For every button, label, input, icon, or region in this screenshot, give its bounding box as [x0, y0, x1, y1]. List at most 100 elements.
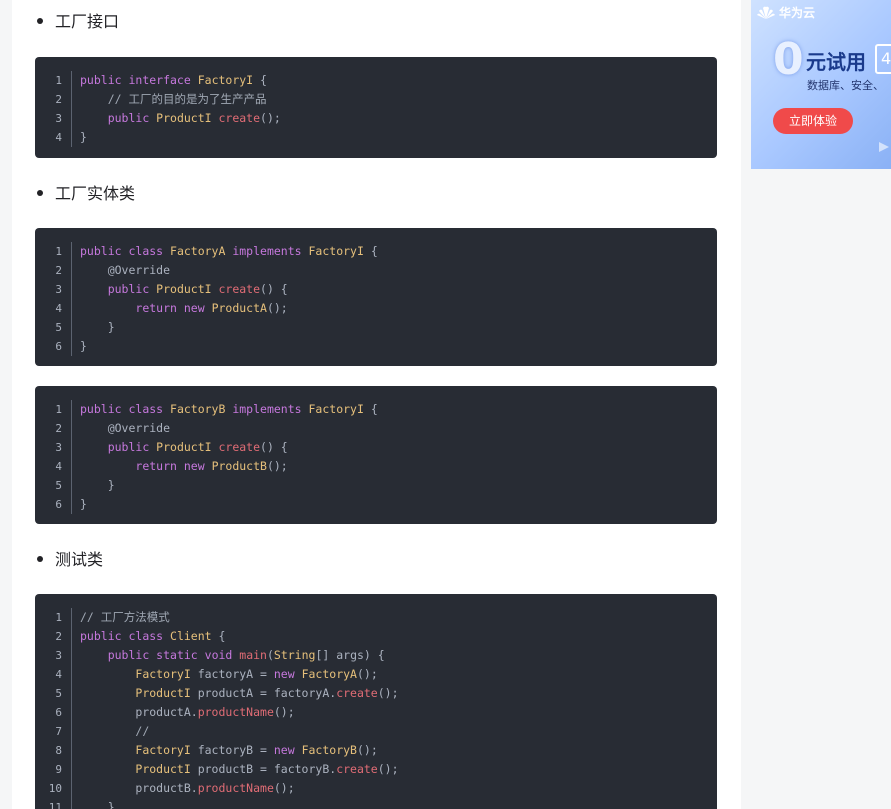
line-number: 7	[55, 725, 62, 738]
code-line: FactoryI factoryB = new FactoryB();	[80, 741, 707, 760]
code-token-plain: }	[80, 800, 115, 809]
code-line: }	[80, 128, 707, 147]
code-token-type: String	[273, 648, 316, 662]
code-token-type: FactoryB	[301, 743, 357, 757]
code-token-plain: }	[80, 339, 87, 353]
code-block-client[interactable]: 1 2 3 4 5 6 7 8 9 10 11 // 工厂方法模式 public class Clie…	[35, 594, 717, 809]
code-token-keyword: public	[80, 244, 129, 258]
code-token-comment: // 工厂方法模式	[80, 610, 170, 624]
code-token-keyword: class	[128, 629, 171, 643]
code-token-type: ProductA	[211, 301, 267, 315]
code-token-plain: @Override	[80, 263, 171, 277]
heading-text: 工厂接口	[55, 12, 120, 31]
code-line: @Override	[80, 419, 707, 438]
try-now-button[interactable]: 立即体验	[773, 108, 853, 134]
line-number: 2	[55, 264, 62, 277]
code-token-type: FactoryA	[170, 244, 233, 258]
code-token-type: FactoryI	[308, 402, 364, 416]
ad-decoration-icon	[879, 142, 889, 152]
line-number: 8	[55, 744, 62, 757]
code-line: public class FactoryB implements Factory…	[80, 400, 707, 419]
code-token-plain: }	[80, 478, 115, 492]
code-token-comment: //	[135, 724, 150, 738]
line-number: 5	[55, 479, 62, 492]
line-number: 3	[55, 112, 62, 125]
code-token-type: FactoryI	[197, 73, 254, 87]
code-token-type: FactoryI	[308, 244, 364, 258]
code-token-type: FactoryA	[301, 667, 357, 681]
ad-subline: 数据库、安全、	[807, 79, 884, 92]
code-token-func: create	[218, 111, 261, 125]
code-line: // 工厂方法模式	[80, 608, 707, 627]
code-token-plain: productB.	[80, 781, 198, 795]
code-token-type: ProductI	[156, 111, 219, 125]
code-token-keyword: public	[107, 648, 157, 662]
code-token-plain: }	[80, 320, 115, 334]
code-token-plain: ();	[260, 111, 281, 125]
code-token-plain: ();	[377, 686, 399, 700]
line-number: 2	[55, 630, 62, 643]
code-token-keyword: class	[128, 244, 171, 258]
ad-logo-row: 华为云	[757, 4, 815, 21]
code-block-factory-a[interactable]: 1 2 3 4 5 6 public class FactoryA implements …	[35, 228, 717, 366]
ad-headline: 元试用	[806, 50, 866, 74]
code-line: public ProductI create() {	[80, 280, 707, 299]
code-token-plain: factoryA =	[190, 667, 274, 681]
line-number: 10	[48, 782, 62, 795]
code-block-factory-interface[interactable]: 1 2 3 4 public interface FactoryI { // 工厂的目…	[35, 57, 717, 158]
line-number: 1	[55, 74, 62, 87]
bullet-dot	[37, 555, 43, 562]
code-token-keyword: class	[128, 402, 171, 416]
heading-text: 测试类	[55, 550, 104, 569]
code-token-func: productName	[197, 705, 274, 719]
code-line: productB.productName();	[80, 779, 707, 798]
ad-zero-graphic: 0	[773, 34, 804, 85]
code-line: }	[80, 495, 707, 514]
code-line: return new ProductB();	[80, 457, 707, 476]
line-number: 3	[55, 649, 62, 662]
article-content: 工厂接口 1 2 3 4 public interface FactoryI { //…	[12, 0, 741, 809]
code-token-keyword: return	[135, 459, 184, 473]
code-token-type: Client	[170, 629, 212, 643]
code-token-keyword: new	[273, 667, 302, 681]
line-number: 11	[48, 801, 62, 809]
code-token-keyword: public	[80, 402, 129, 416]
code-line: FactoryI factoryA = new FactoryA();	[80, 665, 707, 684]
line-number: 2	[55, 93, 62, 106]
huawei-cloud-ad-banner[interactable]: 华为云 0 元试用 4 数据库、安全、 立即体验	[751, 0, 891, 169]
code-token-keyword: public	[107, 282, 157, 296]
code-token-func: create	[218, 440, 261, 454]
code-token-keyword: public	[80, 73, 129, 87]
code-token-plain: ();	[273, 705, 295, 719]
huawei-logo-icon	[757, 6, 775, 19]
code-token-plain: ();	[356, 667, 378, 681]
code-token-plain: productA.	[80, 705, 198, 719]
code-token-plain: ();	[266, 459, 288, 473]
code-token-plain: @Override	[80, 421, 171, 435]
code-token-plain: productB = factoryB.	[190, 762, 337, 776]
code-lines: public class FactoryA implements Factory…	[80, 242, 707, 356]
code-token-plain: productA = factoryA.	[190, 686, 337, 700]
code-token-type: ProductB	[211, 459, 267, 473]
code-token-keyword: new	[183, 301, 212, 315]
code-token-plain: (	[266, 648, 274, 662]
line-number: 5	[55, 321, 62, 334]
code-token-plain: () {	[260, 440, 288, 454]
code-token-keyword: new	[183, 459, 212, 473]
code-token-keyword: void	[204, 648, 240, 662]
code-token-plain: {	[211, 629, 226, 643]
code-line: productA.productName();	[80, 703, 707, 722]
line-number: 1	[55, 245, 62, 258]
line-number-gutter: 1 2 3 4	[35, 71, 72, 147]
code-line: }	[80, 476, 707, 495]
code-token-plain: {	[363, 402, 378, 416]
code-block-factory-b[interactable]: 1 2 3 4 5 6 public class FactoryB implements …	[35, 386, 717, 524]
code-line: public ProductI create();	[80, 109, 707, 128]
code-token-func: productName	[197, 781, 274, 795]
